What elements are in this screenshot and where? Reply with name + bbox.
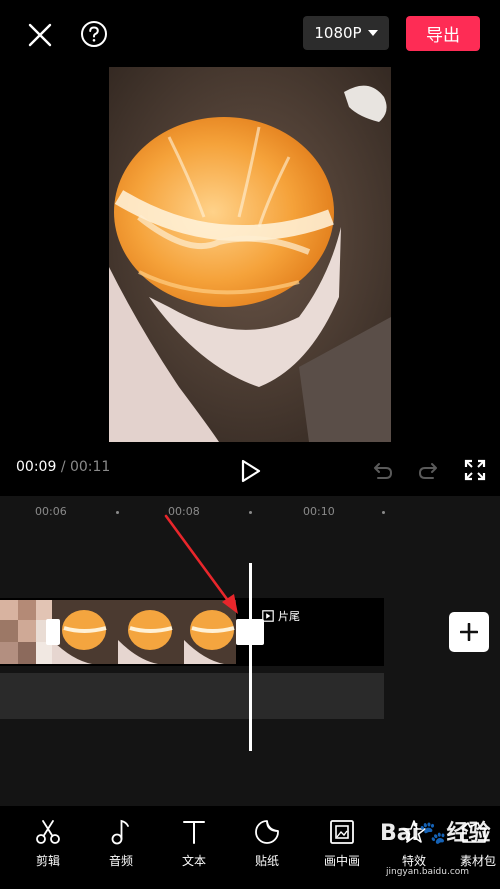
current-time: 00:09 [16,459,57,475]
picture-in-picture-icon [330,820,354,844]
fullscreen-button[interactable] [461,456,489,484]
close-button[interactable] [24,19,56,51]
close-icon [28,23,52,47]
timecode: 00:09 / 00:11 [16,459,110,475]
annotation-arrow [164,514,238,614]
tool-label: 画中画 [323,854,360,868]
ending-clip[interactable]: 片尾 [262,608,300,624]
tool-label: 文本 [181,854,206,868]
play-button[interactable] [236,456,266,486]
redo-button[interactable] [414,457,442,485]
play-icon [241,459,261,483]
clip-trim-handle-left[interactable] [46,619,60,645]
redo-icon [419,463,437,479]
blurred-clip-thumbnail[interactable] [0,600,52,664]
ruler-tick-label: 00:06 [35,505,67,518]
add-clip-button[interactable] [449,612,489,652]
music-note-icon [111,819,129,845]
help-button[interactable] [78,18,110,50]
scissors-icon [36,820,60,844]
plus-icon [460,623,478,641]
ruler-dot [382,511,385,514]
ending-clip-label: 片尾 [278,610,300,623]
chevron-down-icon [367,30,378,36]
total-time: 00:11 [69,459,111,475]
sticker-icon [255,820,279,844]
resolution-label: 1080P [314,24,362,42]
undo-button[interactable] [369,457,397,485]
tool-label: 剪辑 [35,854,60,868]
text-icon [183,821,205,844]
tool-sticker[interactable]: 贴纸 [237,818,297,869]
resolution-dropdown[interactable]: 1080P [303,16,389,50]
time-separator: / [60,459,66,475]
undo-icon [374,463,392,479]
export-label: 导出 [426,26,460,46]
play-square-icon [262,610,274,622]
tool-audio[interactable]: 音频 [91,818,151,869]
tool-edit[interactable]: 剪辑 [18,818,78,869]
watermark-brand: Bai🐾经验 [380,821,491,846]
video-preview[interactable] [109,67,391,442]
clip-frame-thumbnail[interactable] [52,600,118,664]
help-icon [81,21,107,47]
tool-label: 音频 [108,854,133,868]
tool-label: 贴纸 [254,854,279,868]
tool-text[interactable]: 文本 [164,818,224,869]
export-button[interactable]: 导出 [406,16,480,51]
audio-track[interactable] [0,673,384,719]
watermark-url: jingyan.baidu.com [386,867,470,877]
tool-picture-in-picture[interactable]: 画中画 [312,818,372,869]
fullscreen-icon [464,459,486,481]
ruler-tick-label: 00:10 [303,505,335,518]
orange-photo [109,67,391,442]
ruler-dot [116,511,119,514]
